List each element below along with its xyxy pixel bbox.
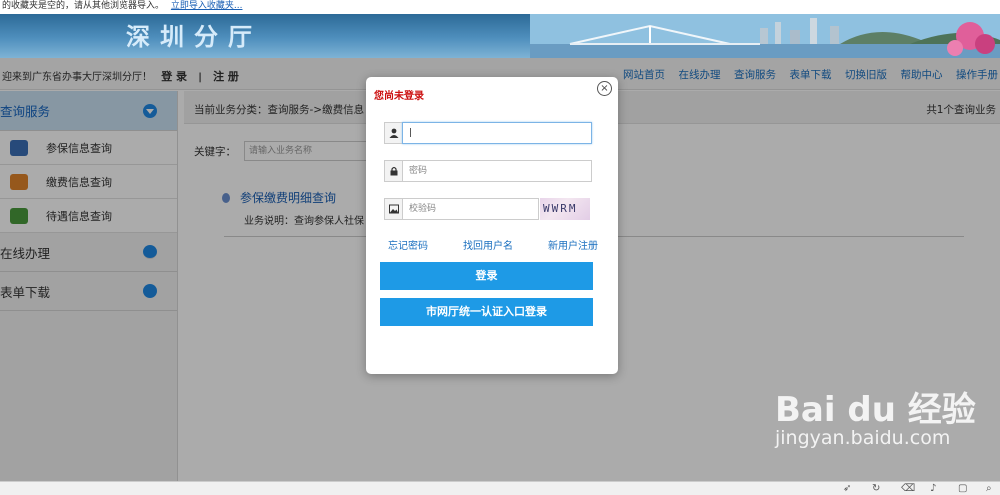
window-icon[interactable]: ▢ [958,483,967,494]
username-field: | [384,122,592,144]
forgot-password-link[interactable]: 忘记密码 [388,237,428,252]
new-user-register-link[interactable]: 新用户注册 [548,237,598,252]
rocket-icon[interactable]: ➶ [843,483,851,494]
watermark-url: jingyan.baidu.com [775,427,951,449]
watermark-brand: Bai du 经验 [775,390,976,430]
browser-status-bar: ➶ ↻ ⌫ ♪ ▢ ⌕ [0,481,1000,495]
login-modal: 您尚未登录 × | 密码 校验码 WWRM 忘记密码 找回用户名 新用户注册 登… [366,77,618,374]
image-icon [384,198,402,220]
search-icon[interactable]: ⌕ [986,483,992,494]
password-input[interactable]: 密码 [402,160,592,182]
lock-icon [384,160,402,182]
username-input[interactable]: | [402,122,592,144]
import-bookmarks-link[interactable]: 立即导入收藏夹... [171,1,243,11]
captcha-image[interactable]: WWRM [540,198,590,220]
bookmark-message: 的收藏夹是空的，请从其他浏览器导入。 [2,1,165,11]
refresh-icon[interactable]: ↻ [872,483,880,494]
baidu-watermark: Bai du 经验 jingyan.baidu.com [775,382,976,449]
trash-icon[interactable]: ⌫ [901,483,915,494]
banner-title: 深圳分厅 [126,23,262,51]
login-button[interactable]: 登录 [380,262,593,290]
user-icon [384,122,402,144]
bookmark-bar: 的收藏夹是空的，请从其他浏览器导入。 立即导入收藏夹... [0,0,1000,14]
close-icon[interactable]: × [597,81,612,96]
modal-links: 忘记密码 找回用户名 新用户注册 [388,237,598,252]
speaker-icon[interactable]: ♪ [930,483,936,494]
modal-title: 您尚未登录 [374,91,424,102]
captcha-input[interactable]: 校验码 [402,198,539,220]
captcha-field: 校验码 [384,198,539,220]
recover-username-link[interactable]: 找回用户名 [463,237,513,252]
unified-login-button[interactable]: 市网厅统一认证入口登录 [380,298,593,326]
password-field: 密码 [384,160,592,182]
site-banner: 深圳分厅 [0,14,1000,58]
city-skyline-image [530,14,1000,58]
